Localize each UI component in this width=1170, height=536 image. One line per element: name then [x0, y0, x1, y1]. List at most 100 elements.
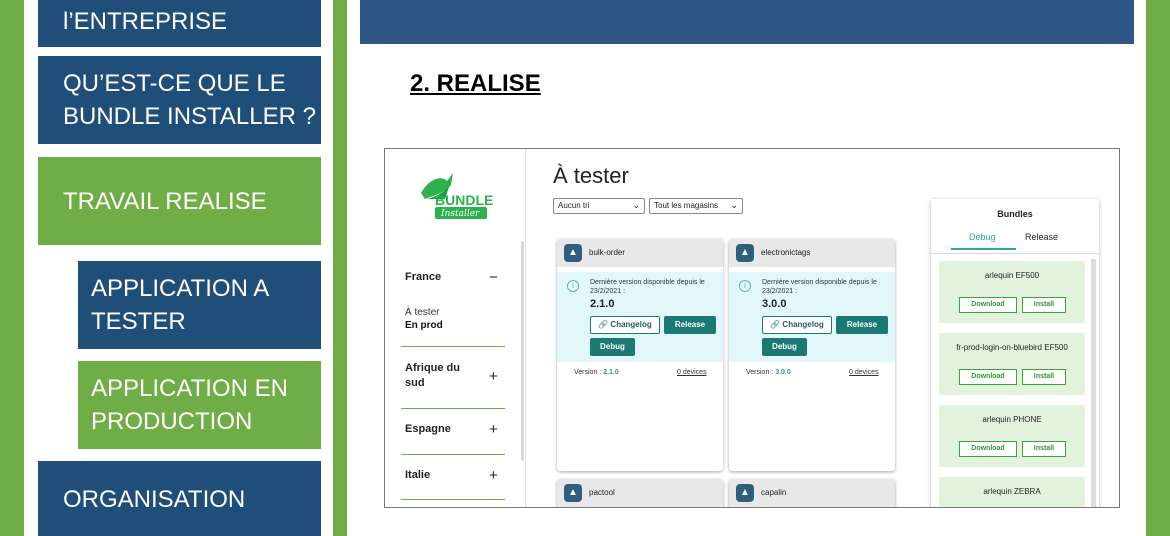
info-icon: i: [739, 280, 751, 292]
sidebar-item-a-tester[interactable]: À tester: [405, 307, 439, 318]
android-app-icon: ▲: [564, 484, 582, 502]
debug-button[interactable]: Debug: [590, 338, 635, 356]
active-tab-indicator: [951, 248, 1016, 250]
nav-travail-realise-label: TRAVAIL REALISE: [63, 187, 267, 215]
tabs-divider: [931, 253, 1099, 254]
link-icon: 🔗: [598, 320, 609, 329]
nav-application-a-tester-line2: TESTER: [91, 308, 186, 335]
country-france[interactable]: France −: [405, 270, 505, 285]
release-date-text: Dernière version disponible depuis le 23…: [590, 279, 705, 295]
collapse-icon[interactable]: −: [489, 270, 498, 285]
country-afrique-du-sud-label: Afrique du sud: [405, 362, 460, 389]
info-icon: i: [567, 280, 579, 292]
nav-bundle-installer-button[interactable]: QU’EST-CE QUE LE BUNDLE INSTALLER ?: [38, 56, 321, 144]
release-date-text: Dernière version disponible depuis le 23…: [762, 279, 877, 295]
app-main: À tester Aucun tri ⌄ Tout les magasins ⌄…: [527, 149, 931, 507]
logo-word2: Installer: [440, 209, 480, 219]
store-select[interactable]: Tout les magasins ⌄: [649, 198, 743, 214]
bundle-item: arlequin EF500 Download Install: [939, 261, 1085, 323]
expand-icon[interactable]: +: [489, 369, 498, 384]
app-card: ▲ electronictags i Dernière version disp…: [729, 239, 895, 471]
version-value: 3.0.0: [775, 369, 791, 376]
changelog-button[interactable]: 🔗 Changelog: [762, 316, 832, 334]
chevron-down-icon: ⌄: [730, 200, 738, 210]
expand-icon[interactable]: +: [489, 422, 498, 437]
version-info: i Dernière version disponible depuis le …: [729, 272, 895, 362]
bundles-panel: Bundles Debug Release arlequin EF500 Dow…: [931, 199, 1099, 507]
app-name: capalin: [761, 488, 787, 497]
nav-entreprise-button[interactable]: l’ENTREPRISE: [38, 0, 321, 47]
sort-select[interactable]: Aucun tri ⌄: [553, 198, 645, 214]
sidebar-divider: [401, 499, 505, 500]
download-button[interactable]: Download: [959, 369, 1017, 385]
nav-bundle-installer-line1: QU’EST-CE QUE LE: [63, 70, 286, 97]
nav-bundle-installer-line2: BUNDLE INSTALLER ?: [63, 103, 316, 130]
version-label: Version : 3.0.0: [746, 369, 791, 376]
card-header: ▲ pactool: [557, 479, 723, 507]
bundle-item: arlequin PHONE Download Install: [939, 405, 1085, 467]
install-button[interactable]: Install: [1022, 297, 1066, 313]
header-banner: [360, 0, 1134, 44]
android-app-icon: ▲: [564, 244, 582, 262]
country-france-label: France: [405, 271, 442, 283]
changelog-label: Changelog: [610, 320, 652, 329]
bundle-name: arlequin EF500: [984, 271, 1040, 280]
nav-application-a-tester-line1: APPLICATION A: [91, 275, 270, 302]
card-footer: Version : 3.0.0 0 devices: [729, 369, 895, 381]
app-screenshot: BUNDLE Installer France − À tester En pr…: [384, 148, 1120, 508]
country-italie-label: Italie: [405, 469, 431, 481]
store-select-value: Tout les magasins: [654, 201, 719, 210]
bundle-item: arlequin ZEBRA: [939, 477, 1085, 507]
tab-release[interactable]: Release: [1025, 232, 1058, 242]
bundle-installer-logo: BUNDLE Installer: [421, 173, 493, 219]
bundles-scrollbar[interactable]: [1091, 259, 1096, 507]
debug-button[interactable]: Debug: [762, 338, 807, 356]
logo-word1: BUNDLE: [435, 192, 493, 208]
app-card: ▲ bulk-order i Dernière version disponib…: [557, 239, 723, 471]
link-icon: 🔗: [770, 320, 781, 329]
nav-application-a-tester-button[interactable]: APPLICATION A TESTER: [78, 261, 321, 349]
nav-travail-realise-button[interactable]: TRAVAIL REALISE: [38, 157, 321, 245]
app-name: pactool: [589, 488, 615, 497]
latest-version: 3.0.0: [762, 298, 787, 310]
tab-debug[interactable]: Debug: [969, 232, 996, 242]
android-app-icon: ▲: [736, 484, 754, 502]
nav-entreprise-label: l’ENTREPRISE: [63, 8, 228, 35]
nav-organisation-label: ORGANISATION: [63, 485, 246, 513]
country-italie[interactable]: Italie +: [405, 468, 505, 483]
bundle-name: arlequin ZEBRA: [983, 487, 1041, 496]
app-card: ▲ pactool: [557, 479, 723, 507]
page-title: À tester: [553, 163, 629, 188]
bundle-name: fr-prod-login-on-bluebird EF500: [956, 343, 1068, 352]
latest-version: 2.1.0: [590, 298, 615, 310]
app-name: electronictags: [761, 248, 811, 257]
sidebar-divider: [401, 454, 505, 455]
chevron-down-icon: ⌄: [632, 200, 640, 210]
nav-organisation-button[interactable]: ORGANISATION: [38, 461, 321, 536]
version-value: 2.1.0: [603, 369, 619, 376]
card-header: ▲ electronictags: [729, 239, 895, 267]
app-name: bulk-order: [589, 248, 626, 257]
sidebar-item-en-prod[interactable]: En prod: [405, 320, 443, 331]
bundles-title: Bundles: [997, 209, 1033, 219]
bundle-item: fr-prod-login-on-bluebird EF500 Download…: [939, 333, 1085, 395]
download-button[interactable]: Download: [959, 441, 1017, 457]
install-button[interactable]: Install: [1022, 441, 1066, 457]
card-header: ▲ capalin: [729, 479, 895, 507]
sidebar-scrollbar[interactable]: [521, 241, 524, 461]
country-afrique-du-sud[interactable]: Afrique du sud +: [405, 361, 498, 391]
install-button[interactable]: Install: [1022, 369, 1066, 385]
app-card: ▲ capalin: [729, 479, 895, 507]
release-button[interactable]: Release: [664, 316, 716, 334]
changelog-button[interactable]: 🔗 Changelog: [590, 316, 660, 334]
expand-icon[interactable]: +: [489, 468, 498, 483]
nav-application-en-production-button[interactable]: APPLICATION EN PRODUCTION: [78, 361, 321, 449]
devices-link[interactable]: 0 devices: [677, 369, 707, 376]
bundle-name: arlequin PHONE: [982, 415, 1042, 424]
country-espagne[interactable]: Espagne +: [405, 422, 505, 437]
android-app-icon: ▲: [736, 244, 754, 262]
devices-link[interactable]: 0 devices: [849, 369, 879, 376]
nav-application-en-production-line1: APPLICATION EN: [91, 375, 288, 402]
release-button[interactable]: Release: [836, 316, 888, 334]
download-button[interactable]: Download: [959, 297, 1017, 313]
